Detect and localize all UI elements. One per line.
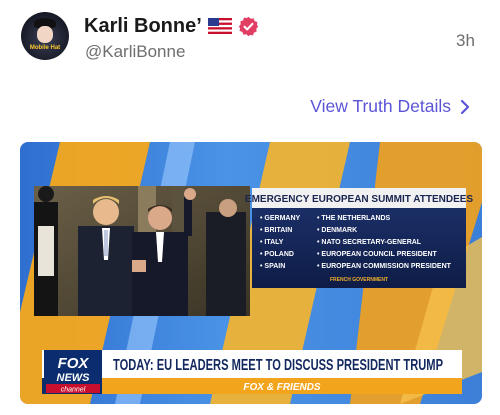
author-display-name[interactable]: Karli Bonne’ bbox=[84, 15, 202, 38]
attendee-left: • ITALY bbox=[260, 239, 284, 246]
headline: TODAY: EU LEADERS MEET TO DISCUSS PRESID… bbox=[113, 357, 443, 374]
view-truth-details-label: View Truth Details bbox=[310, 96, 451, 116]
chevron-right-icon bbox=[460, 99, 470, 114]
author-avatar[interactable]: Mobile Hat bbox=[21, 12, 69, 60]
view-truth-details-link[interactable]: View Truth Details bbox=[310, 96, 471, 117]
panel-title: EMERGENCY EUROPEAN SUMMIT ATTENDEES bbox=[245, 194, 473, 205]
attendee-left: • GERMANY bbox=[260, 215, 301, 222]
author-name-row: Karli Bonne’ bbox=[84, 13, 259, 39]
verified-badge-icon bbox=[238, 16, 258, 36]
author-handle[interactable]: @KarliBonne bbox=[85, 42, 185, 62]
attendee-left: • SPAIN bbox=[260, 263, 285, 270]
attendee-right: • THE NETHERLANDS bbox=[317, 215, 391, 222]
fox-news-logo: FOX NEWS channel bbox=[44, 350, 102, 394]
summit-photo bbox=[34, 186, 250, 316]
lower-third-banner: TODAY: EU LEADERS MEET TO DISCUSS PRESID… bbox=[42, 350, 462, 394]
attendee-right: • DENMARK bbox=[317, 227, 357, 234]
logo-fox: FOX bbox=[58, 355, 90, 372]
us-flag-icon bbox=[207, 18, 232, 34]
attendee-right: • EUROPEAN COUNCIL PRESIDENT bbox=[317, 251, 438, 258]
panel-source: FRENCH GOVERNMENT bbox=[330, 277, 388, 283]
show-name: FOX & FRIENDS bbox=[243, 382, 321, 393]
attendees-panel: EMERGENCY EUROPEAN SUMMIT ATTENDEES • GE… bbox=[245, 188, 473, 288]
post-timestamp: 3h bbox=[456, 31, 475, 50]
attendee-right: • EUROPEAN COMMISSION PRESIDENT bbox=[317, 263, 452, 270]
attendee-right: • NATO SECRETARY-GENERAL bbox=[317, 239, 422, 246]
avatar-caption: Mobile Hat bbox=[29, 45, 61, 51]
avatar-face bbox=[37, 26, 53, 43]
logo-news: NEWS bbox=[57, 372, 91, 384]
post-media-image[interactable]: EMERGENCY EUROPEAN SUMMIT ATTENDEES • GE… bbox=[20, 142, 482, 404]
attendee-left: • POLAND bbox=[260, 251, 294, 258]
logo-channel: channel bbox=[61, 387, 86, 394]
attendee-left: • BRITAIN bbox=[260, 227, 292, 234]
